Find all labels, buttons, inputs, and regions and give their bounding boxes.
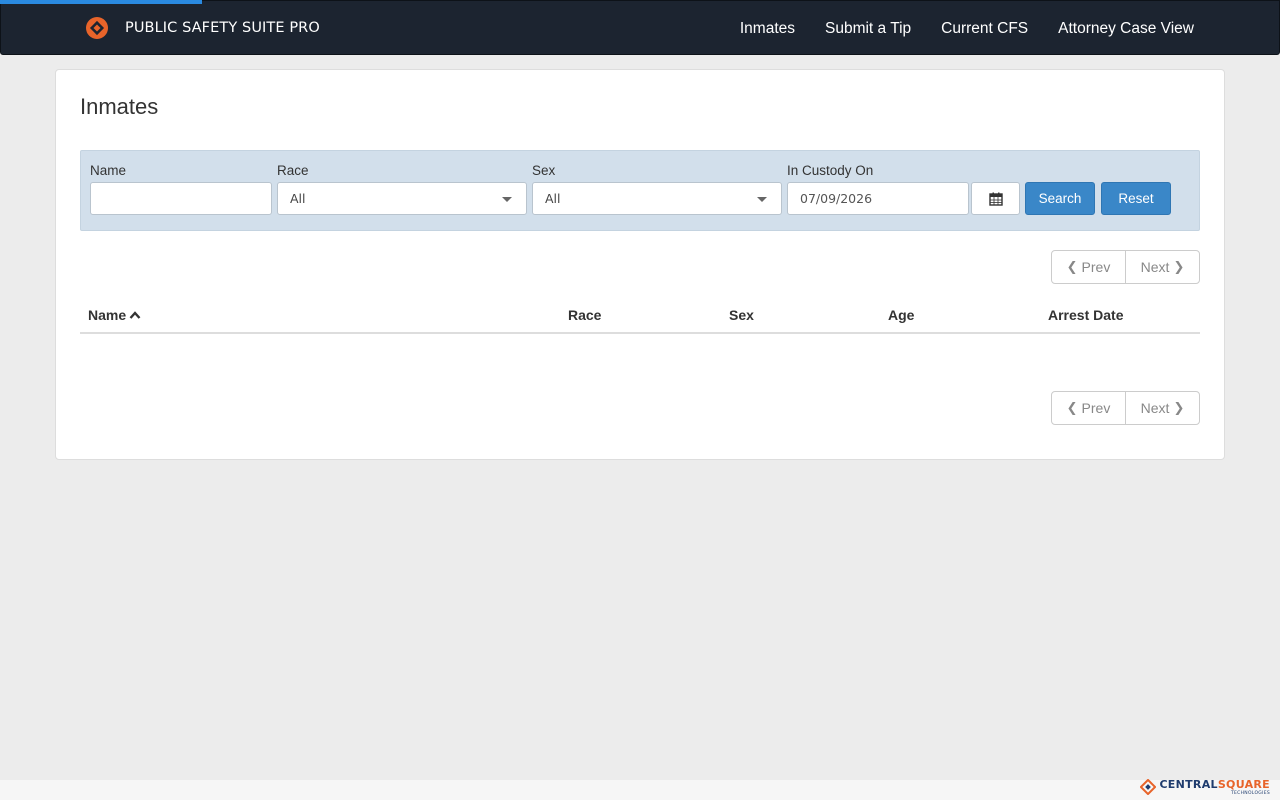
brand-name: PUBLIC SAFETY SUITE PRO (125, 20, 320, 36)
custody-date-input[interactable]: 07/09/2026 (787, 182, 969, 215)
next-page-button[interactable]: Next ❯ (1126, 392, 1199, 424)
page-loading-progress-bar (0, 0, 202, 4)
centralsquare-logo-icon (1140, 779, 1157, 795)
search-button[interactable]: Search (1025, 182, 1095, 215)
nav-link-inmates[interactable]: Inmates (740, 20, 795, 38)
chevron-down-icon (502, 197, 512, 202)
footer-logo[interactable]: CENTRALSQUARE TECHNOLOGIES (1140, 779, 1270, 796)
prev-page-button[interactable]: ❮ Prev (1052, 392, 1126, 424)
race-filter-select[interactable]: All (277, 182, 527, 215)
nav-links: Inmates Submit a Tip Current CFS Attorne… (710, 1, 1194, 56)
next-page-button[interactable]: Next ❯ (1126, 251, 1199, 283)
footer-brand-part2: SQUARE (1217, 778, 1270, 791)
chevron-left-icon: ❮ (1066, 259, 1078, 274)
chevron-left-icon: ❮ (1066, 400, 1078, 415)
top-navbar: PUBLIC SAFETY SUITE PRO Inmates Submit a… (0, 0, 1280, 55)
custody-date-label: In Custody On (787, 163, 874, 178)
column-header-age[interactable]: Age (888, 307, 914, 323)
next-page-label: Next (1140, 400, 1170, 416)
brand[interactable]: PUBLIC SAFETY SUITE PRO (85, 15, 320, 41)
nav-link-attorney-case-view[interactable]: Attorney Case View (1058, 20, 1194, 38)
sort-ascending-icon (129, 311, 141, 319)
chevron-right-icon: ❯ (1173, 259, 1185, 274)
column-header-arrest-date[interactable]: Arrest Date (1048, 307, 1123, 323)
prev-page-label: Prev (1081, 400, 1111, 416)
nav-link-submit-a-tip[interactable]: Submit a Tip (825, 20, 911, 38)
column-header-name[interactable]: Name (88, 307, 141, 323)
footer-brand-sub: TECHNOLOGIES (1230, 791, 1270, 796)
reset-button[interactable]: Reset (1101, 182, 1171, 215)
nav-link-current-cfs[interactable]: Current CFS (941, 20, 1028, 38)
column-header-sex[interactable]: Sex (729, 307, 754, 323)
inmates-panel: Inmates Name Race All Sex All In Custody… (55, 69, 1225, 460)
race-filter-value: All (290, 191, 306, 206)
filter-bar: Name Race All Sex All In Custody On 07/0… (80, 150, 1200, 231)
pager-bottom: ❮ Prev Next ❯ (1051, 391, 1200, 425)
next-page-label: Next (1140, 259, 1170, 275)
brand-logo-icon (86, 17, 108, 39)
calendar-icon (988, 192, 1003, 206)
footer (0, 780, 1280, 800)
calendar-button[interactable] (971, 182, 1020, 215)
footer-brand-part1: CENTRAL (1159, 778, 1218, 791)
pager-top: ❮ Prev Next ❯ (1051, 250, 1200, 284)
prev-page-label: Prev (1081, 259, 1111, 275)
chevron-down-icon (757, 197, 767, 202)
prev-page-button[interactable]: ❮ Prev (1052, 251, 1126, 283)
column-header-race[interactable]: Race (568, 307, 601, 323)
chevron-right-icon: ❯ (1173, 400, 1185, 415)
footer-brand-text: CENTRALSQUARE (1159, 779, 1270, 791)
name-filter-label: Name (90, 163, 127, 178)
page-title: Inmates (80, 94, 159, 119)
sex-filter-value: All (545, 191, 561, 206)
inmates-table-header: Name Race Sex Age Arrest Date (80, 298, 1200, 334)
name-filter-input[interactable] (90, 182, 272, 215)
race-filter-label: Race (277, 163, 309, 178)
sex-filter-select[interactable]: All (532, 182, 782, 215)
column-header-name-label: Name (88, 307, 127, 323)
sex-filter-label: Sex (532, 163, 556, 178)
